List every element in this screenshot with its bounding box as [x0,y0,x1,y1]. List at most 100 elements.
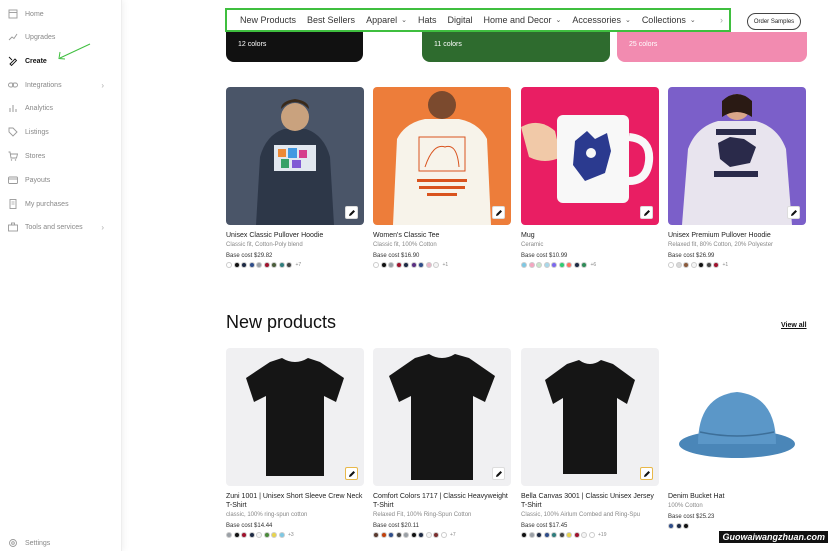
color-swatch[interactable] [263,262,270,268]
color-swatch[interactable] [705,262,712,268]
color-swatch[interactable] [690,262,697,268]
color-swatch[interactable] [403,532,409,538]
product-card[interactable]: Comfort Colors 1717 | Classic Heavyweigh… [373,348,511,538]
color-swatch[interactable] [248,532,255,538]
sidebar-item-stores[interactable]: Stores [8,147,114,165]
color-swatch[interactable] [528,532,535,538]
color-swatch[interactable] [668,262,674,268]
product-card[interactable]: Unisex Classic Pullover Hoodie Classic f… [226,87,364,268]
tab-new-products[interactable]: New Products [240,15,296,25]
color-swatch[interactable] [380,262,387,268]
tab-best-sellers[interactable]: Best Sellers [307,15,355,25]
color-swatch[interactable] [256,532,262,538]
color-swatch[interactable] [713,262,719,268]
color-swatch[interactable] [373,532,379,538]
color-swatch[interactable] [573,532,580,538]
color-swatch[interactable] [581,532,587,538]
color-swatch[interactable] [395,532,402,538]
color-swatch[interactable] [226,262,232,268]
color-swatch[interactable] [668,523,674,529]
color-swatch[interactable] [588,532,595,538]
sidebar-item-home[interactable]: Home [8,5,114,23]
sidebar-item-integrations[interactable]: Integrations › [8,76,114,94]
color-swatch[interactable] [233,262,240,268]
color-swatch[interactable] [433,262,439,268]
tab-collections[interactable]: Collections ⌄ [642,15,696,25]
color-swatch[interactable] [521,262,527,268]
tab-home-and-decor[interactable]: Home and Decor ⌄ [484,15,562,25]
sidebar-item-my-purchases[interactable]: My purchases [8,195,114,213]
color-swatch[interactable] [440,532,447,538]
color-swatch[interactable] [543,532,550,538]
color-swatch[interactable] [566,262,572,268]
edit-button[interactable] [640,206,653,219]
color-swatch[interactable] [395,262,402,268]
color-swatch[interactable] [683,262,689,268]
color-banner[interactable]: 25 colors [617,32,807,62]
color-swatch[interactable] [528,262,535,268]
color-swatch[interactable] [241,262,247,268]
color-swatch[interactable] [256,262,262,268]
color-swatch[interactable] [566,532,572,538]
product-image[interactable] [373,87,511,225]
product-card[interactable]: Zuni 1001 | Unisex Short Sleeve Crew Nec… [226,348,364,538]
color-swatch[interactable] [543,262,550,268]
color-swatch[interactable] [536,262,542,268]
color-swatch[interactable] [551,532,557,538]
product-image[interactable] [668,87,806,225]
color-banner[interactable]: 12 colors [226,32,363,62]
color-swatch[interactable] [380,532,387,538]
color-swatch[interactable] [521,532,527,538]
edit-button[interactable] [787,206,800,219]
product-image[interactable] [668,348,806,486]
sidebar-item-listings[interactable]: Listings [8,123,114,141]
color-banner[interactable]: 11 colors [422,32,610,62]
edit-button[interactable] [640,467,653,480]
color-swatch[interactable] [278,262,285,268]
product-image[interactable] [373,348,511,486]
color-swatch[interactable] [271,262,277,268]
color-swatch[interactable] [581,262,587,268]
product-title[interactable]: Unisex Classic Pullover Hoodie [226,231,364,240]
color-swatch[interactable] [233,532,240,538]
tab-digital[interactable]: Digital [447,15,472,25]
product-card[interactable]: Bella Canvas 3001 | Classic Unisex Jerse… [521,348,659,538]
sidebar-item-settings[interactable]: Settings [8,534,114,551]
sidebar-item-analytics[interactable]: Analytics [8,99,114,117]
color-swatch[interactable] [558,532,565,538]
color-swatch[interactable] [241,532,247,538]
color-swatch[interactable] [263,532,270,538]
color-swatch[interactable] [286,262,292,268]
color-swatch[interactable] [573,262,580,268]
tab-hats[interactable]: Hats [418,15,437,25]
color-swatch[interactable] [425,532,432,538]
color-swatch[interactable] [278,532,285,538]
edit-button[interactable] [492,467,505,480]
product-title[interactable]: Comfort Colors 1717 | Classic Heavyweigh… [373,492,511,510]
edit-button[interactable] [492,206,505,219]
color-swatch[interactable] [271,532,277,538]
product-card[interactable]: Mug Ceramic Base cost $10.99 +6 [521,87,659,268]
color-swatch[interactable] [373,262,379,268]
color-swatch[interactable] [536,532,542,538]
product-title[interactable]: Women's Classic Tee [373,231,511,240]
color-swatch[interactable] [388,262,394,268]
color-swatch[interactable] [433,532,439,538]
sidebar-item-tools-and-services[interactable]: Tools and services › [8,218,114,236]
product-image[interactable] [226,87,364,225]
product-title[interactable]: Mug [521,231,659,240]
color-swatch[interactable] [698,262,704,268]
product-image[interactable] [226,348,364,486]
view-all-link[interactable]: View all [781,322,807,329]
product-title[interactable]: Bella Canvas 3001 | Classic Unisex Jerse… [521,492,659,510]
tab-accessories[interactable]: Accessories ⌄ [572,15,630,25]
color-swatch[interactable] [248,262,255,268]
color-swatch[interactable] [388,532,394,538]
product-image[interactable] [521,87,659,225]
product-title[interactable]: Unisex Premium Pullover Hoodie [668,231,806,240]
order-samples-button[interactable]: Order Samples [747,13,801,30]
product-card[interactable]: Denim Bucket Hat 100% Cotton Base cost $… [668,348,806,529]
sidebar-item-payouts[interactable]: Payouts [8,171,114,189]
color-swatch[interactable] [675,262,682,268]
color-swatch[interactable] [226,532,232,538]
